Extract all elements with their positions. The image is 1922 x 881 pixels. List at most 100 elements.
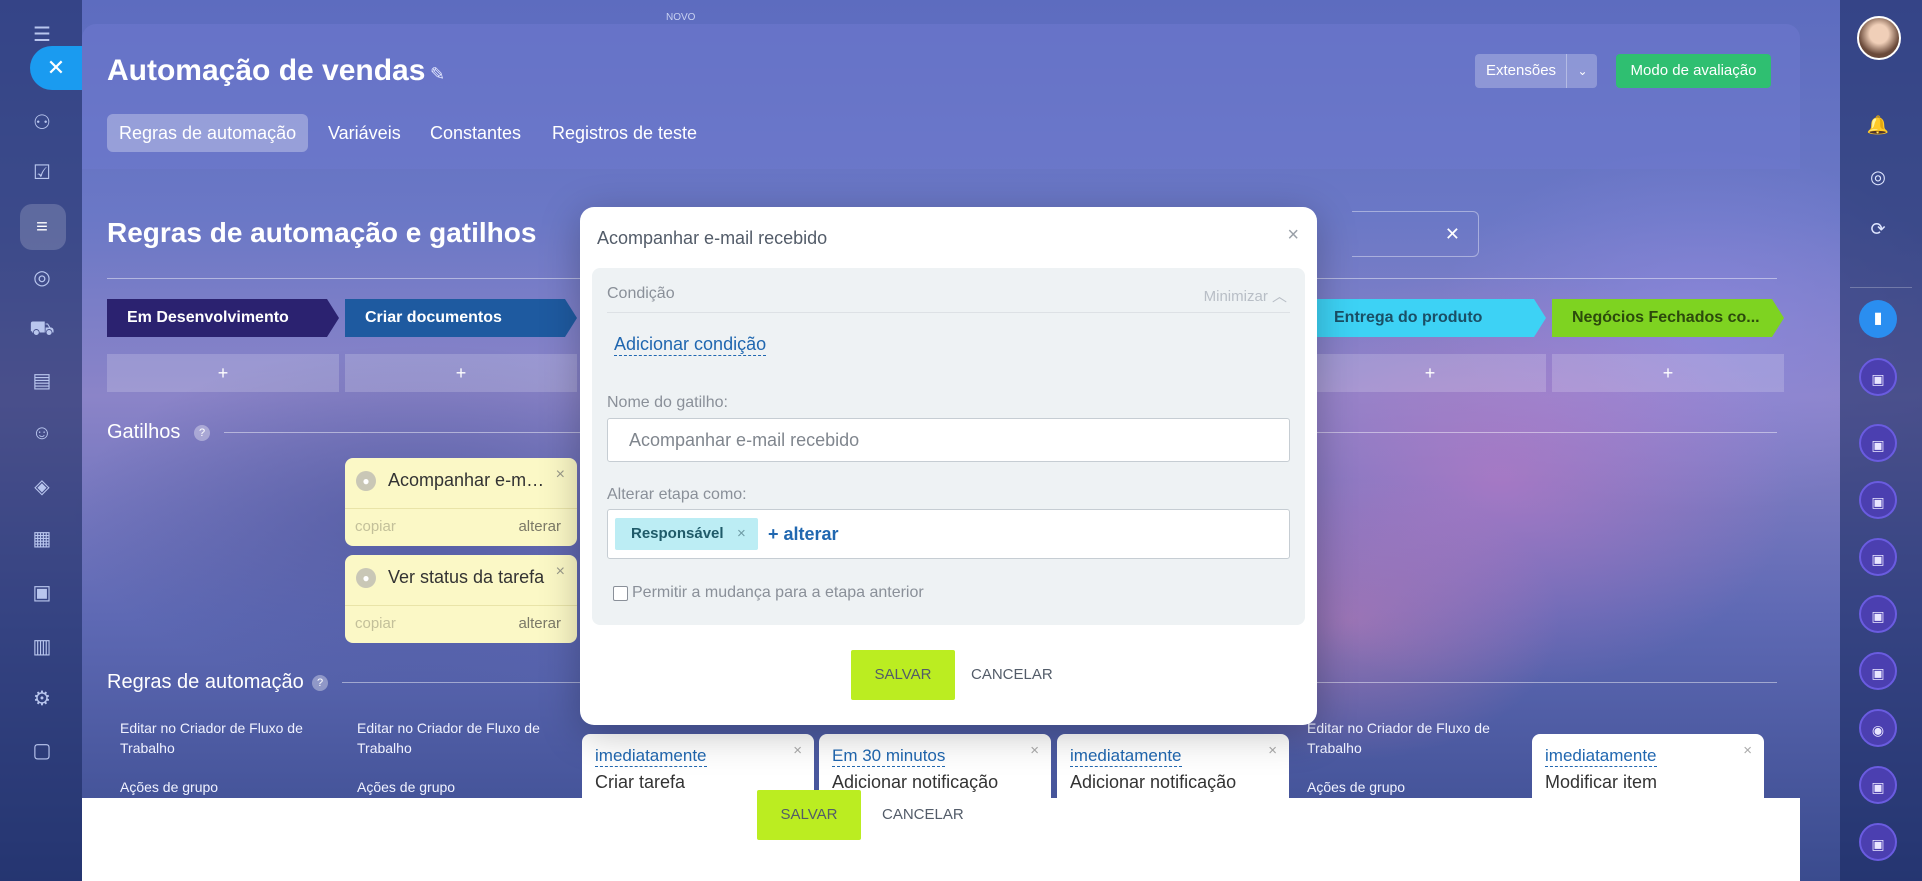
contact-icon[interactable]: ▣ [1859,538,1897,576]
trigger-card[interactable]: ● Acompanhar e-mai... × copiar alterar [345,458,577,546]
edit-in-workflow-link[interactable]: Editar no Criador de Fluxo de Trabalho [1307,718,1507,758]
add-condition-link[interactable]: Adicionar condição [614,333,767,356]
minimize-toggle[interactable]: Minimizar ︿ [1204,285,1287,306]
contact-icon[interactable]: ▣ [1859,652,1897,690]
stage-closed-deals[interactable]: Negócios Fechados co... [1552,299,1784,337]
document-icon[interactable]: ▢ [29,738,55,764]
tab-variables[interactable]: Variáveis [316,114,413,152]
close-icon[interactable]: × [1743,742,1752,759]
trigger-name-input[interactable]: Acompanhar e-mail recebido [607,418,1290,462]
add-stage-rule-button[interactable]: + [1552,354,1784,392]
pin-icon[interactable]: ✎ [430,64,445,85]
menu-icon[interactable]: ☰ [29,22,55,48]
checkbox-label[interactable]: Permitir a mudança para a etapa anterior [632,584,924,602]
search-clear-icon[interactable]: ✕ [1352,211,1479,257]
change-link[interactable]: alterar [518,615,561,632]
dialog-title: Acompanhar e-mail recebido [597,228,828,248]
copy-link[interactable]: copiar [355,518,396,535]
help-icon[interactable]: ? [312,675,328,691]
contact-icon[interactable]: ▣ [1859,358,1897,396]
box-icon[interactable]: ◈ [29,474,55,500]
flow-icon[interactable]: ⚇ [29,110,55,136]
calendar-icon[interactable]: ▣ [29,580,55,606]
evaluation-mode-button[interactable]: Modo de avaliação [1616,54,1771,88]
section-title: Regras de automação e gatilhos [107,217,537,248]
trigger-title[interactable]: Ver status da tarefa [388,567,548,588]
add-stage-rule-button[interactable]: + [107,354,339,392]
tab-constants[interactable]: Constantes [418,114,533,152]
contact-icon[interactable]: ▣ [1859,766,1897,804]
add-stage-rule-button[interactable]: + [1314,354,1546,392]
rule-timing[interactable]: Em 30 minutos [832,746,946,767]
dialog-save-button[interactable]: SALVAR [851,650,955,700]
stage-product-delivery[interactable]: Entrega do produto [1314,299,1546,337]
bookmark-icon[interactable]: ▮ [1859,300,1897,338]
bell-icon[interactable]: 🔔 [1862,109,1894,141]
stage-create-documents[interactable]: Criar documentos [345,299,577,337]
contact-icon[interactable]: ▣ [1859,424,1897,462]
divider [345,508,577,509]
triggers-title: Gatilhos [107,421,181,443]
card-icon[interactable]: ▤ [29,368,55,394]
edit-in-workflow-link[interactable]: Editar no Criador de Fluxo de Trabalho [120,718,320,758]
trigger-name-label: Nome do gatilho: [607,394,728,411]
rule-action[interactable]: Adicionar notificação [1070,772,1236,793]
contact-icon[interactable]: ▣ [1859,481,1897,519]
save-button[interactable]: SALVAR [757,790,861,840]
openline-icon[interactable]: ◉ [1859,709,1897,747]
user-avatar[interactable] [1857,16,1901,60]
allow-previous-stage-checkbox[interactable] [613,586,628,601]
trigger-title[interactable]: Acompanhar e-mai... [388,470,548,491]
novo-label: NOVO [666,12,696,23]
rule-timing[interactable]: imediatamente [1070,746,1182,767]
help-icon[interactable]: ? [194,425,210,441]
cancel-button[interactable]: CANCELAR [882,790,964,840]
contact-icon[interactable]: ▣ [1859,823,1897,861]
robot-icon[interactable]: ☺ [29,420,55,446]
group-actions-link[interactable]: Ações de grupo [357,777,455,797]
target-icon[interactable]: ◎ [1862,161,1894,193]
left-navigation: ☰ ⚇ ☑ ≡ ◎ ⛟ ▤ ☺ ◈ ▦ ▣ ▥ ⚙ ▢ [0,0,82,881]
stage-in-development[interactable]: Em Desenvolvimento [107,299,339,337]
page-title: Automação de vendas [107,54,426,87]
edit-in-workflow-link[interactable]: Editar no Criador de Fluxo de Trabalho [357,718,557,758]
group-actions-link[interactable]: Ações de grupo [1307,777,1405,797]
building-icon[interactable]: ▦ [29,526,55,552]
chevron-down-icon[interactable]: ⌄ [1566,54,1598,88]
close-icon[interactable]: × [1030,742,1039,759]
divider [607,312,1290,313]
group-actions-link[interactable]: Ações de grupo [120,777,218,797]
cart-icon[interactable]: ⛟ [29,316,55,342]
rule-action[interactable]: Modificar item [1545,772,1657,793]
target-icon[interactable]: ◎ [29,265,55,291]
close-slider-button[interactable]: ✕ [30,46,82,90]
close-icon[interactable]: × [556,563,565,581]
trigger-card[interactable]: ● Ver status da tarefa × copiar alterar [345,555,577,643]
rule-timing[interactable]: imediatamente [1545,746,1657,767]
right-sidebar: 🔔 ◎ ⟳ ▮ ▣ ▣ ▣ ▣ ▣ ▣ ◉ ▣ ▣ [1840,0,1922,881]
close-icon[interactable]: × [793,742,802,759]
rule-timing[interactable]: imediatamente [595,746,707,767]
remove-tag-icon[interactable]: × [737,518,746,550]
chat-refresh-icon[interactable]: ⟳ [1862,213,1894,245]
contact-icon[interactable]: ▣ [1859,595,1897,633]
close-icon[interactable]: × [1287,224,1299,247]
dialog-cancel-button[interactable]: CANCELAR [971,650,1053,700]
tab-test-logs[interactable]: Registros de teste [540,114,709,152]
change-link[interactable]: + alterar [768,524,839,545]
stage-selector[interactable]: Responsável × + alterar [607,509,1290,559]
tab-automation-rules[interactable]: Regras de automação [107,114,309,152]
chart-icon[interactable]: ▥ [29,634,55,660]
divider [1850,287,1912,288]
rule-action[interactable]: Criar tarefa [595,772,685,793]
lock-icon: ● [356,471,376,491]
copy-link[interactable]: copiar [355,615,396,632]
change-link[interactable]: alterar [518,518,561,535]
rules-title: Regras de automação [107,671,304,693]
filter-icon[interactable]: ≡ [29,214,55,240]
add-stage-rule-button[interactable]: + [345,354,577,392]
close-icon[interactable]: × [556,466,565,484]
tasks-icon[interactable]: ☑ [29,160,55,186]
settings-icon[interactable]: ⚙ [29,686,55,712]
close-icon[interactable]: × [1268,742,1277,759]
